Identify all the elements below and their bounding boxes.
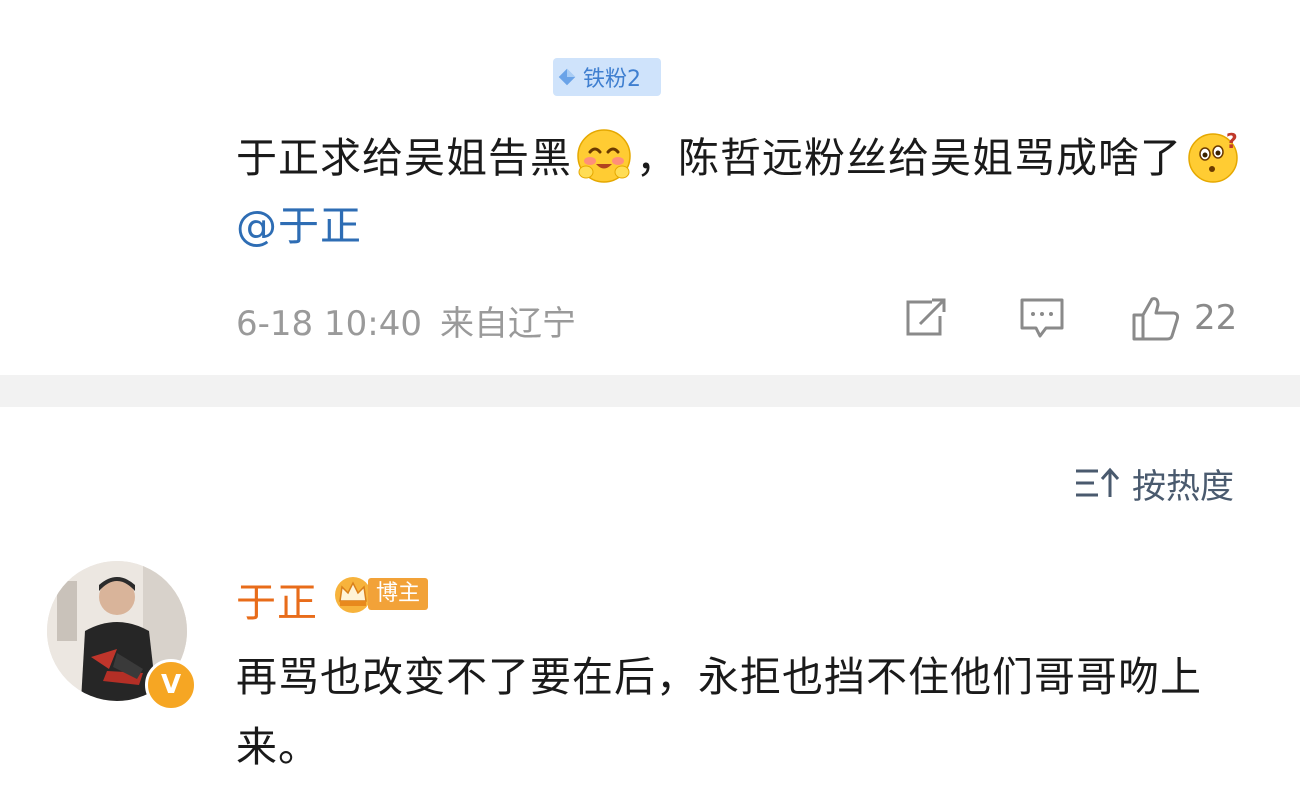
post-date: 6-18 10:40 [236, 304, 422, 344]
thumbs-up-icon [1132, 297, 1180, 341]
post-location: 来自辽宁 [439, 304, 576, 344]
confused-emoji-icon: ? [1188, 129, 1239, 183]
share-button[interactable] [902, 292, 952, 344]
comment-button[interactable] [1018, 292, 1068, 344]
section-divider [0, 375, 1300, 407]
comment-icon [1020, 298, 1064, 338]
post-meta: 6-18 10:40 来自辽宁 [236, 296, 576, 345]
blush-emoji-icon [577, 129, 631, 183]
post-text-part1: 于正求给吴姐告黑 [236, 134, 572, 182]
sort-label: 按热度 [1132, 466, 1234, 507]
diamond-icon [553, 58, 581, 96]
like-button[interactable]: 22 [1130, 292, 1260, 344]
verified-badge: V [145, 659, 197, 711]
post-text-part2: ，陈哲远粉丝给吴姐骂成啥了 [636, 134, 1182, 182]
blogger-tag: 博主 [332, 572, 429, 616]
fan-badge-label: 铁粉2 [583, 67, 641, 92]
reply-username[interactable]: 于正 [236, 570, 318, 628]
sort-by-hot-button[interactable]: 按热度 [1074, 460, 1234, 507]
sort-icon [1076, 467, 1120, 497]
like-count: 22 [1194, 298, 1238, 338]
fan-badge[interactable]: 铁粉2 [553, 58, 661, 96]
verified-mark: V [160, 670, 182, 700]
share-icon [906, 298, 946, 336]
mention-link[interactable]: @于正 [236, 202, 362, 250]
reply-text: 再骂也改变不了要在后，永拒也挡不住他们哥哥吻上来。 [236, 653, 1202, 771]
post-text: 于正求给吴姐告黑 ，陈哲远粉丝给吴姐骂成啥了 ? @于正 [236, 124, 1246, 260]
blogger-tag-label: 博主 [368, 578, 429, 610]
svg-text:?: ? [1226, 129, 1239, 153]
